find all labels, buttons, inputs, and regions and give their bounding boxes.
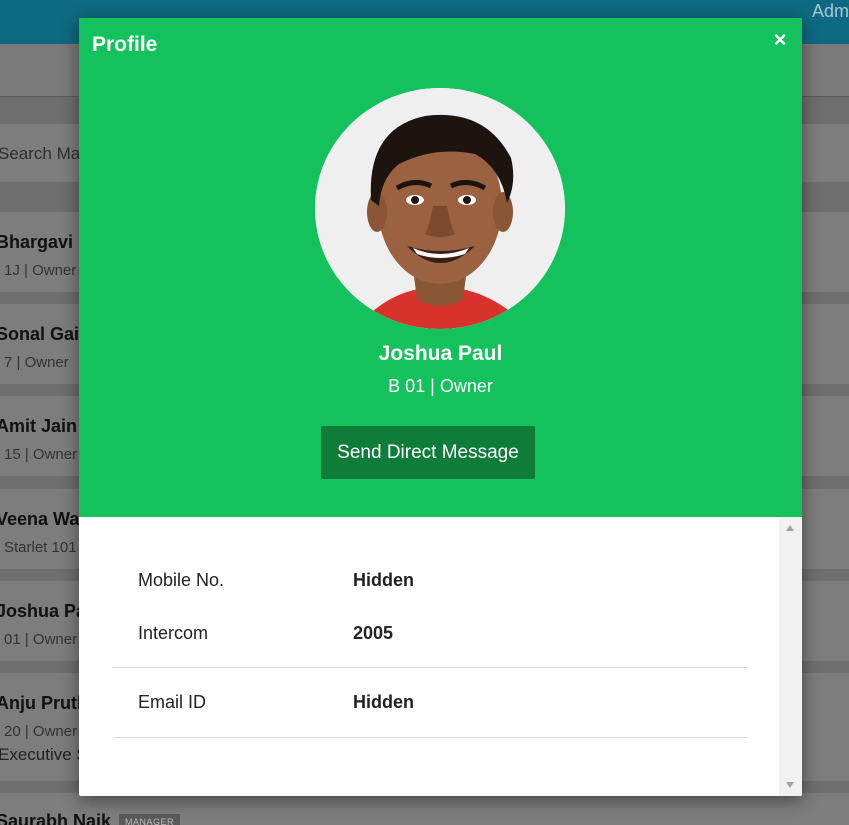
detail-label: Intercom: [138, 623, 209, 643]
avatar-photo: [315, 88, 565, 329]
profile-modal: Profile × Joshua Paul B 01 | Owner Send …: [79, 18, 802, 796]
manager-badge: MANAGER: [119, 814, 181, 825]
member-meta: 15 | Owner: [4, 446, 78, 463]
modal-scrollbar[interactable]: [779, 517, 802, 796]
detail-label: Mobile No.: [138, 570, 225, 590]
profile-details: Mobile No. Hidden Intercom 2005 Email ID…: [79, 517, 779, 796]
scroll-down-icon[interactable]: [786, 782, 794, 788]
member-name: Veena Wa: [0, 509, 80, 529]
admin-menu[interactable]: Admi: [812, 1, 849, 22]
detail-value: Hidden: [353, 570, 414, 590]
member-meta: 01 | Owner: [4, 631, 78, 648]
avatar: [315, 88, 565, 329]
member-card[interactable]: Saurabh Naik MANAGER: [0, 793, 849, 825]
profile-header: Profile × Joshua Paul B 01 | Owner Send …: [79, 18, 802, 517]
member-name: Amit Jain: [0, 416, 78, 436]
close-icon[interactable]: ×: [770, 29, 790, 51]
member-designation: Executive S: [0, 745, 88, 764]
member-meta: 1J | Owner: [4, 262, 77, 279]
member-name: Bhargavi P: [0, 232, 91, 252]
profile-unit-role: B 01 | Owner: [388, 376, 493, 396]
member-meta: Starlet 101 |: [4, 539, 85, 556]
detail-value: Hidden: [353, 692, 414, 712]
member-name: Anju Pruth: [0, 693, 88, 713]
modal-title: Profile: [92, 33, 158, 56]
scroll-up-icon[interactable]: [786, 525, 794, 531]
member-name: Sonal Gail: [0, 324, 85, 344]
search-placeholder: Search Mar: [0, 144, 86, 163]
member-name: Joshua Pa: [0, 601, 87, 621]
detail-label: Email ID: [138, 692, 207, 712]
profile-name: Joshua Paul: [378, 342, 503, 365]
divider: [113, 737, 747, 738]
member-meta: 7 | Owner: [4, 354, 69, 371]
member-name-text: Saurabh Naik: [0, 811, 112, 825]
detail-value: 2005: [353, 623, 394, 643]
send-direct-message-button[interactable]: Send Direct Message: [321, 426, 535, 479]
divider: [113, 667, 747, 668]
member-name: Saurabh Naik MANAGER: [0, 811, 181, 825]
member-meta: 20 | Owner: [4, 723, 78, 740]
